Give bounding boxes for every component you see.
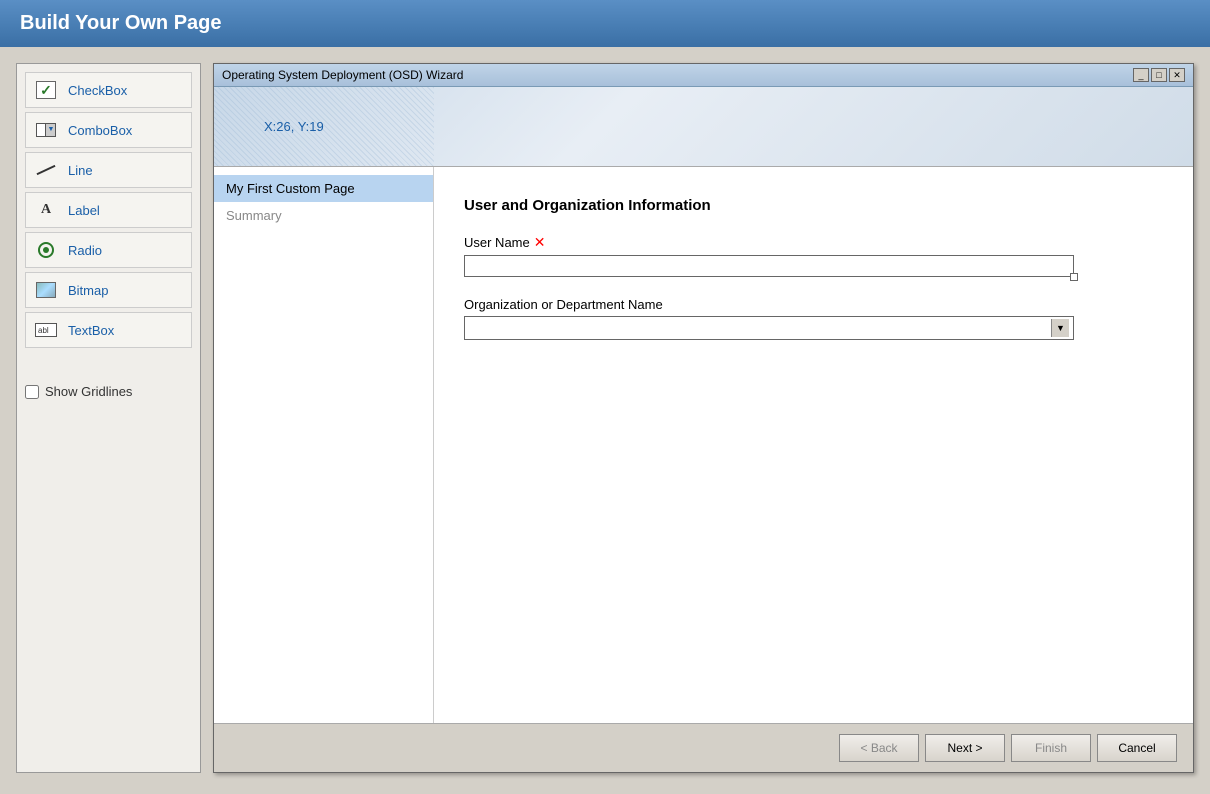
cancel-button[interactable]: Cancel bbox=[1097, 734, 1177, 762]
combobox-icon bbox=[34, 118, 58, 142]
user-name-input[interactable] bbox=[464, 255, 1074, 277]
required-marker-username: ✕ bbox=[534, 234, 546, 251]
user-name-label: User Name ✕ bbox=[464, 234, 1163, 251]
wizard-nav: My First Custom Page Summary bbox=[214, 167, 434, 723]
combo-arrow-icon[interactable]: ▼ bbox=[1051, 319, 1069, 337]
wizard-window: Operating System Deployment (OSD) Wizard… bbox=[213, 63, 1194, 773]
user-name-field: User Name ✕ bbox=[464, 234, 1163, 277]
toolbox-item-textbox[interactable]: abl TextBox bbox=[25, 312, 192, 348]
user-name-resize-handle[interactable] bbox=[1070, 273, 1078, 281]
toolbox-label-checkbox: CheckBox bbox=[68, 83, 127, 98]
finish-button[interactable]: Finish bbox=[1011, 734, 1091, 762]
nav-item-custom-page-label: My First Custom Page bbox=[226, 181, 355, 196]
user-name-input-wrapper bbox=[464, 255, 1074, 277]
radio-icon bbox=[34, 238, 58, 262]
wizard-form: User and Organization Information User N… bbox=[464, 187, 1163, 703]
nav-item-custom-page[interactable]: My First Custom Page bbox=[214, 175, 433, 202]
wizard-top-area: My First Custom Page Summary User and Or… bbox=[214, 167, 1193, 723]
form-section-title: User and Organization Information bbox=[464, 197, 1163, 214]
banner-pattern bbox=[214, 87, 434, 167]
close-button[interactable]: ✕ bbox=[1169, 68, 1185, 82]
toolbox-label-label: Label bbox=[68, 203, 100, 218]
org-dept-combo[interactable]: ▼ bbox=[464, 316, 1074, 340]
nav-item-summary[interactable]: Summary bbox=[214, 202, 433, 229]
nav-item-summary-label: Summary bbox=[226, 208, 282, 223]
wizard-main: User and Organization Information User N… bbox=[434, 167, 1193, 723]
org-dept-field: Organization or Department Name ▼ bbox=[464, 297, 1163, 340]
toolbox-item-bitmap[interactable]: Bitmap bbox=[25, 272, 192, 308]
toolbox-divider bbox=[25, 352, 192, 364]
toolbox-item-line[interactable]: Line bbox=[25, 152, 192, 188]
show-gridlines-container: Show Gridlines bbox=[25, 384, 192, 399]
line-icon bbox=[34, 158, 58, 182]
toolbox-label-textbox: TextBox bbox=[68, 323, 114, 338]
wizard-title: Operating System Deployment (OSD) Wizard bbox=[222, 68, 463, 82]
label-icon: A bbox=[34, 198, 58, 222]
checkbox-icon bbox=[34, 78, 58, 102]
bitmap-icon bbox=[34, 278, 58, 302]
page-title: Build Your Own Page bbox=[20, 12, 222, 34]
wizard-banner: X:26, Y:19 bbox=[214, 87, 1193, 167]
page-header: Build Your Own Page bbox=[0, 0, 1210, 47]
textbox-icon: abl bbox=[34, 318, 58, 342]
org-dept-label: Organization or Department Name bbox=[464, 297, 1163, 312]
titlebar-controls: _ □ ✕ bbox=[1133, 68, 1185, 82]
toolbox-label-line: Line bbox=[68, 163, 93, 178]
toolbox-label-combobox: ComboBox bbox=[68, 123, 132, 138]
wizard-titlebar: Operating System Deployment (OSD) Wizard… bbox=[214, 64, 1193, 87]
toolbox-item-radio[interactable]: Radio bbox=[25, 232, 192, 268]
wizard-footer: < Back Next > Finish Cancel bbox=[214, 723, 1193, 772]
back-button[interactable]: < Back bbox=[839, 734, 919, 762]
toolbox-item-label[interactable]: A Label bbox=[25, 192, 192, 228]
toolbox-label-radio: Radio bbox=[68, 243, 102, 258]
minimize-button[interactable]: _ bbox=[1133, 68, 1149, 82]
toolbox-label-bitmap: Bitmap bbox=[68, 283, 108, 298]
toolbox-item-checkbox[interactable]: CheckBox bbox=[25, 72, 192, 108]
maximize-button[interactable]: □ bbox=[1151, 68, 1167, 82]
show-gridlines-label: Show Gridlines bbox=[45, 384, 132, 399]
main-content: CheckBox ComboBox Line A Label Radio bbox=[0, 47, 1210, 789]
toolbox-panel: CheckBox ComboBox Line A Label Radio bbox=[16, 63, 201, 773]
next-button[interactable]: Next > bbox=[925, 734, 1005, 762]
show-gridlines-checkbox[interactable] bbox=[25, 385, 39, 399]
toolbox-item-combobox[interactable]: ComboBox bbox=[25, 112, 192, 148]
wizard-coords: X:26, Y:19 bbox=[264, 119, 324, 134]
